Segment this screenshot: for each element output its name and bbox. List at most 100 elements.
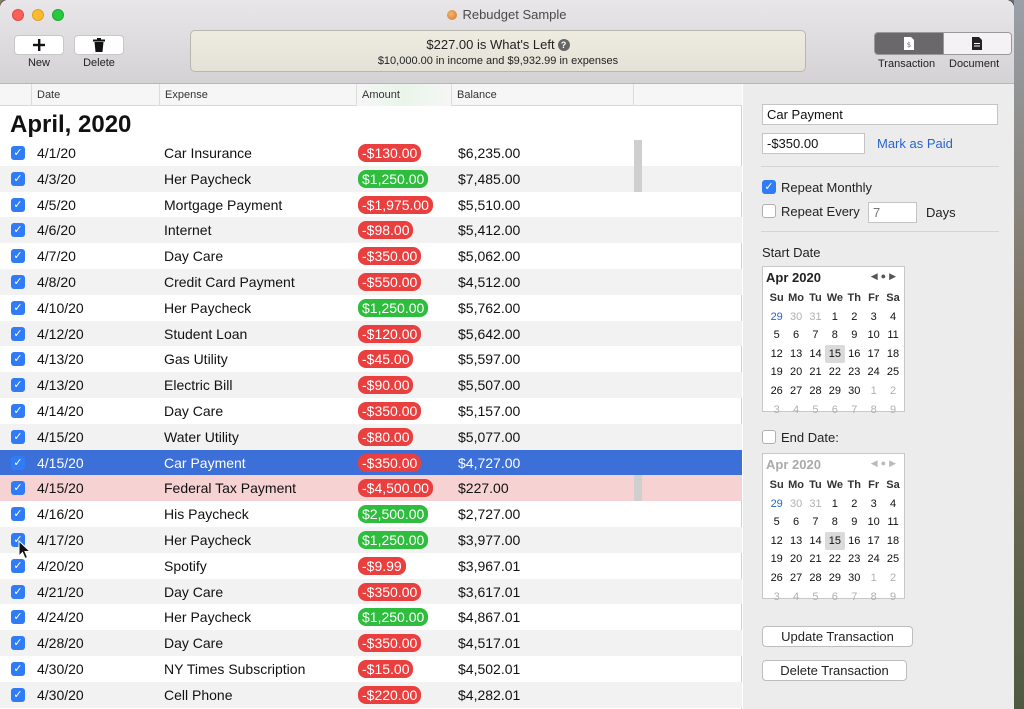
paid-checkbox[interactable]: ✓ <box>11 249 25 264</box>
table-row[interactable]: ✓ 4/15/20 Car Payment -$350.00 $4,727.00 <box>0 449 742 476</box>
table-row[interactable]: ✓ 4/30/20 NY Times Subscription -$15.00 $4,5… <box>0 656 742 682</box>
calendar-day[interactable]: 6 <box>786 326 805 345</box>
calendar-day[interactable]: 25 <box>883 363 902 382</box>
table-row[interactable]: ✓ 4/8/20 Credit Card Payment -$550.00 $4,512… <box>0 268 742 295</box>
table-row[interactable]: ✓ 4/13/20 Gas Utility -$45.00 $5,597.00 <box>0 346 742 372</box>
prev-month-icon[interactable]: ◀ <box>871 271 881 281</box>
help-icon[interactable]: ? <box>557 39 570 51</box>
calendar-day[interactable]: 20 <box>786 550 805 569</box>
calendar-day[interactable]: 27 <box>786 382 805 401</box>
paid-checkbox[interactable]: ✓ <box>11 352 25 367</box>
table-row[interactable]: ✓ 4/30/20 Cell Phone -$220.00 $4,282.01 <box>0 681 742 708</box>
column-header-expense[interactable]: Expense <box>159 84 357 106</box>
calendar-day[interactable]: 31 <box>806 495 825 514</box>
calendar-day[interactable]: 1 <box>864 382 883 401</box>
table-row[interactable]: ✓ 4/17/20 Her Paycheck $1,250.00 $3,977.00 <box>0 526 742 553</box>
calendar-day[interactable]: 29 <box>767 495 786 514</box>
update-transaction-button[interactable]: Update Transaction <box>762 626 913 647</box>
calendar-day[interactable]: 12 <box>767 532 786 551</box>
paid-checkbox[interactable]: ✓ <box>11 687 25 702</box>
calendar-day[interactable]: 22 <box>825 363 844 382</box>
end-date-checkbox[interactable] <box>762 430 776 444</box>
calendar-day[interactable]: 21 <box>806 363 825 382</box>
calendar-day[interactable]: 7 <box>806 513 825 532</box>
paid-checkbox[interactable]: ✓ <box>11 507 25 522</box>
document-view-button[interactable] <box>942 33 1011 54</box>
paid-checkbox[interactable]: ✓ <box>11 455 25 470</box>
calendar-day[interactable]: 25 <box>883 550 902 569</box>
calendar-day[interactable]: 5 <box>806 588 825 607</box>
table-row[interactable]: ✓ 4/10/20 Her Paycheck $1,250.00 $5,762.00 <box>0 295 742 321</box>
calendar-nav[interactable]: ◀●▶ <box>871 271 899 282</box>
calendar-day[interactable]: 4 <box>883 308 902 327</box>
calendar-day[interactable]: 13 <box>786 532 805 551</box>
calendar-day[interactable]: 27 <box>786 569 805 588</box>
column-header-balance[interactable]: Balance <box>451 84 634 106</box>
calendar-day[interactable]: 22 <box>825 550 844 569</box>
calendar-day[interactable]: 26 <box>767 382 786 401</box>
calendar-day[interactable]: 7 <box>845 401 864 420</box>
column-header-amount[interactable]: Amount <box>356 84 451 106</box>
calendar-day[interactable]: 1 <box>864 569 883 588</box>
calendar-day[interactable]: 5 <box>767 326 786 345</box>
paid-checkbox[interactable]: ✓ <box>11 171 25 186</box>
calendar-day[interactable]: 24 <box>864 550 883 569</box>
column-header-date[interactable]: Date <box>31 84 160 106</box>
calendar-day[interactable]: 21 <box>806 550 825 569</box>
calendar-day[interactable]: 3 <box>864 495 883 514</box>
paid-checkbox[interactable]: ✓ <box>11 610 25 625</box>
table-row[interactable]: ✓ 4/21/20 Day Care -$350.00 $3,617.01 <box>0 578 742 605</box>
calendar-day[interactable]: 3 <box>767 401 786 420</box>
table-row[interactable]: ✓ 4/1/20 Car Insurance -$130.00 $6,235.00 <box>0 140 742 166</box>
calendar-day[interactable]: 23 <box>845 550 864 569</box>
today-dot-icon[interactable]: ● <box>881 271 889 281</box>
paid-checkbox[interactable]: ✓ <box>11 300 25 315</box>
calendar-day[interactable]: 9 <box>883 401 902 420</box>
table-row[interactable]: ✓ 4/5/20 Mortgage Payment -$1,975.00 $5,510.… <box>0 192 742 218</box>
transaction-name-field[interactable]: Car Payment <box>762 104 998 125</box>
paid-checkbox[interactable]: ✓ <box>11 223 25 238</box>
calendar-day[interactable]: 15 <box>825 344 845 364</box>
paid-checkbox[interactable]: ✓ <box>11 274 25 289</box>
paid-checkbox[interactable]: ✓ <box>11 403 25 418</box>
table-row[interactable]: ✓ 4/14/20 Day Care -$350.00 $5,157.00 <box>0 398 742 424</box>
calendar-day[interactable]: 31 <box>806 308 825 327</box>
calendar-day[interactable]: 4 <box>786 588 805 607</box>
calendar-day[interactable]: 30 <box>845 382 864 401</box>
repeat-monthly-checkbox[interactable]: ✓ <box>762 180 776 194</box>
calendar-day[interactable]: 8 <box>825 513 844 532</box>
calendar-day[interactable]: 7 <box>845 588 864 607</box>
calendar-day[interactable]: 1 <box>825 495 844 514</box>
calendar-day[interactable]: 6 <box>825 588 844 607</box>
next-month-icon[interactable]: ▶ <box>889 271 899 281</box>
paid-checkbox[interactable]: ✓ <box>11 481 25 496</box>
calendar-day[interactable]: 5 <box>767 513 786 532</box>
calendar-day[interactable]: 7 <box>806 326 825 345</box>
calendar-day[interactable]: 6 <box>786 513 805 532</box>
calendar-day[interactable]: 5 <box>806 401 825 420</box>
calendar-day[interactable]: 26 <box>767 569 786 588</box>
paid-checkbox[interactable]: ✓ <box>11 326 25 341</box>
calendar-day[interactable]: 17 <box>864 532 883 551</box>
paid-checkbox[interactable]: ✓ <box>11 558 25 573</box>
calendar-day[interactable]: 17 <box>864 345 883 364</box>
calendar-day[interactable]: 15 <box>825 531 845 551</box>
delete-transaction-button[interactable]: Delete Transaction <box>762 660 907 681</box>
calendar-day[interactable]: 2 <box>883 569 902 588</box>
calendar-day[interactable]: 3 <box>864 308 883 327</box>
calendar-day[interactable]: 30 <box>786 495 805 514</box>
calendar-day[interactable]: 12 <box>767 345 786 364</box>
calendar-day[interactable]: 8 <box>864 401 883 420</box>
table-row[interactable]: ✓ 4/3/20 Her Paycheck $1,250.00 $7,485.00 <box>0 165 742 192</box>
calendar-day[interactable]: 9 <box>845 513 864 532</box>
table-row[interactable]: ✓ 4/16/20 His Paycheck $2,500.00 $2,727.00 <box>0 501 742 527</box>
start-date-calendar[interactable]: Apr 2020 ◀●▶ Su Mo Tu We Th Fr Sa 29 30 31 1 2 3 4 5 6 7… <box>762 266 905 416</box>
calendar-day[interactable]: 29 <box>825 382 844 401</box>
calendar-day[interactable]: 3 <box>767 588 786 607</box>
delete-button[interactable] <box>74 35 124 55</box>
table-row[interactable]: ✓ 4/28/20 Day Care -$350.00 $4,517.01 <box>0 630 742 656</box>
transaction-amount-field[interactable]: -$350.00 <box>762 133 865 154</box>
calendar-day[interactable]: 16 <box>845 345 864 364</box>
paid-checkbox[interactable]: ✓ <box>11 197 25 212</box>
calendar-day[interactable]: 9 <box>845 326 864 345</box>
